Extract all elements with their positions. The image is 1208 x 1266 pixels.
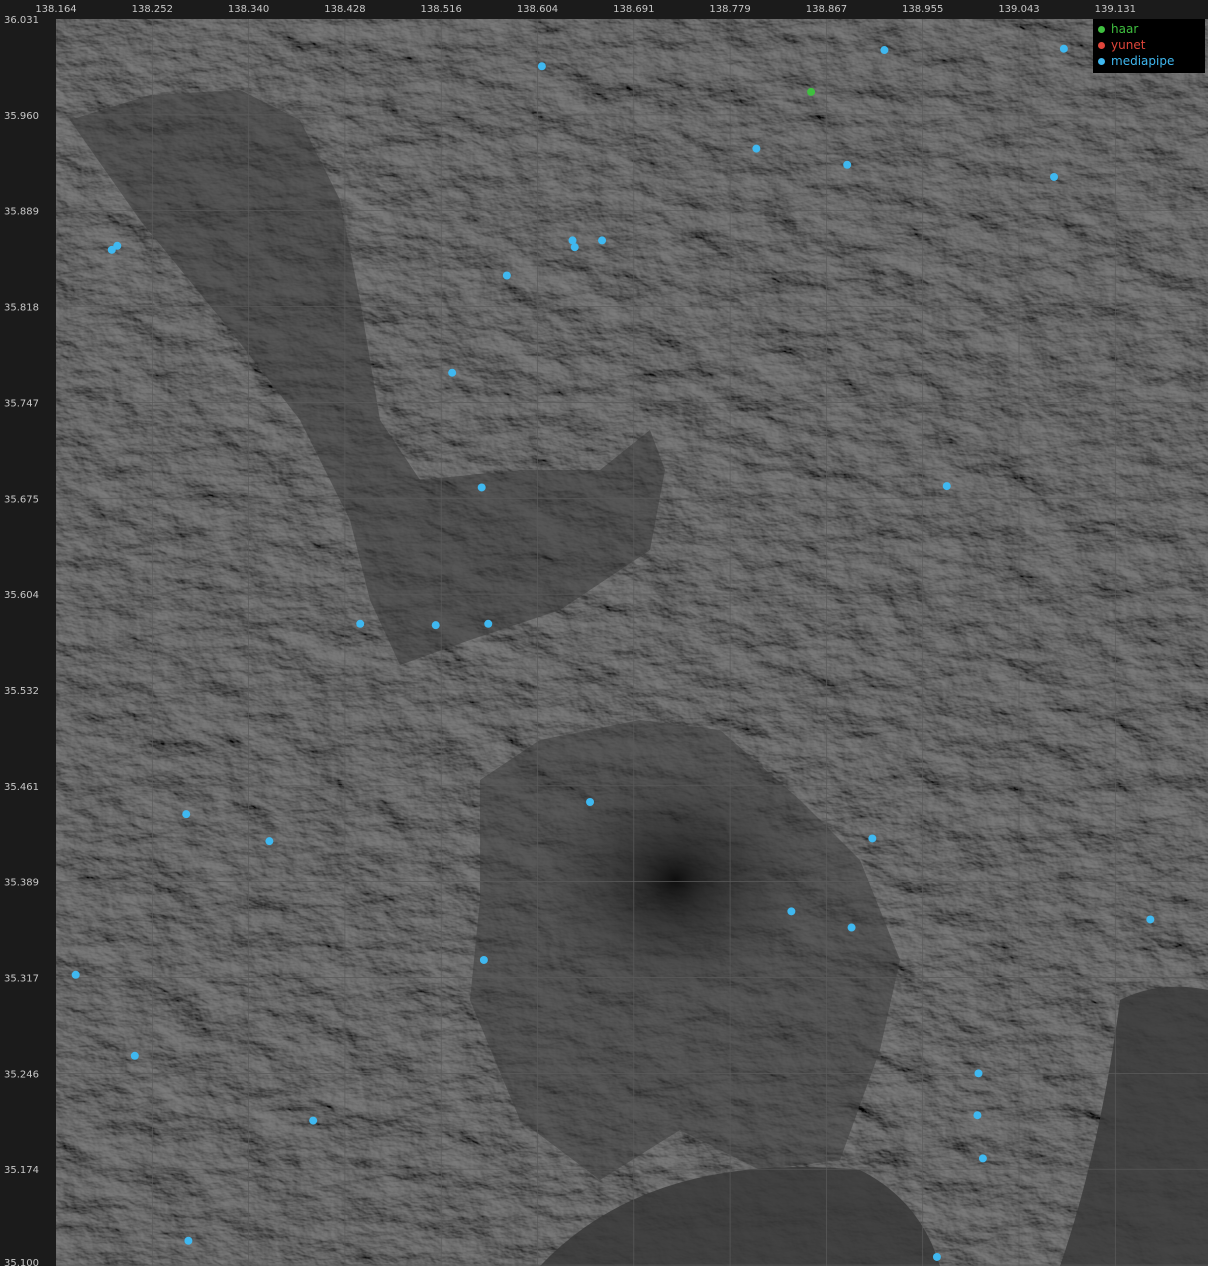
mediapipe-detection-marker[interactable] bbox=[448, 368, 457, 377]
x-tick-label: 139.043 bbox=[998, 4, 1039, 15]
mediapipe-detection-marker[interactable] bbox=[309, 1116, 318, 1125]
x-tick-label: 139.131 bbox=[1095, 4, 1136, 15]
x-tick-label: 138.955 bbox=[902, 4, 943, 15]
mediapipe-detection-marker[interactable] bbox=[868, 834, 877, 843]
mediapipe-detection-marker[interactable] bbox=[1050, 172, 1059, 181]
mediapipe-detection-marker[interactable] bbox=[182, 810, 191, 819]
mediapipe-detection-marker[interactable] bbox=[978, 1154, 987, 1163]
y-tick-label: 35.461 bbox=[4, 782, 39, 793]
y-tick-label: 35.747 bbox=[4, 398, 39, 409]
mediapipe-detection-marker[interactable] bbox=[880, 46, 889, 55]
mediapipe-detection-marker[interactable] bbox=[71, 970, 80, 979]
x-tick-label: 138.691 bbox=[613, 4, 654, 15]
mediapipe-detection-marker[interactable] bbox=[184, 1236, 193, 1245]
mediapipe-detection-marker[interactable] bbox=[752, 144, 761, 153]
latitude-axis: 36.031 35.960 35.889 35.818 35.747 35.675 35.6… bbox=[4, 15, 39, 1266]
mediapipe-detection-marker[interactable] bbox=[502, 271, 511, 280]
x-tick-label: 138.604 bbox=[517, 4, 558, 15]
mediapipe-detection-marker[interactable] bbox=[130, 1051, 139, 1060]
mediapipe-marker-icon bbox=[1098, 57, 1105, 65]
y-tick-label: 35.532 bbox=[4, 686, 39, 697]
mediapipe-detection-marker[interactable] bbox=[265, 837, 274, 846]
legend-label-mediapipe: mediapipe bbox=[1111, 54, 1175, 68]
x-tick-label: 138.164 bbox=[35, 4, 76, 15]
longitude-axis: 138.164 138.252 138.340 138.428 138.516 138.6… bbox=[35, 4, 1136, 15]
x-tick-label: 138.340 bbox=[228, 4, 269, 15]
terrain-hillshade bbox=[56, 19, 1208, 1266]
mediapipe-detection-marker[interactable] bbox=[586, 798, 595, 806]
legend-item-yunet: yunet bbox=[1093, 37, 1205, 53]
y-tick-label: 35.100 bbox=[4, 1258, 39, 1266]
mediapipe-detection-marker[interactable] bbox=[484, 619, 493, 628]
legend-label-yunet: yunet bbox=[1111, 38, 1146, 52]
mediapipe-detection-marker[interactable] bbox=[1146, 915, 1155, 924]
mediapipe-detection-marker[interactable] bbox=[570, 243, 579, 252]
y-tick-label: 35.317 bbox=[4, 974, 39, 985]
mediapipe-detection-marker[interactable] bbox=[787, 907, 796, 916]
x-tick-label: 138.867 bbox=[806, 4, 847, 15]
y-tick-label: 35.675 bbox=[4, 494, 39, 505]
mediapipe-detection-marker[interactable] bbox=[932, 1252, 941, 1261]
yunet-marker-icon bbox=[1098, 41, 1105, 49]
y-tick-label: 35.389 bbox=[4, 878, 39, 889]
mediapipe-detection-marker[interactable] bbox=[477, 483, 486, 492]
mediapipe-detection-marker[interactable] bbox=[431, 621, 440, 630]
mediapipe-detection-marker[interactable] bbox=[974, 1069, 983, 1078]
mediapipe-detection-marker[interactable] bbox=[843, 160, 852, 169]
mediapipe-detection-marker[interactable] bbox=[479, 955, 488, 964]
y-tick-label: 35.174 bbox=[4, 1165, 39, 1176]
mediapipe-detection-marker[interactable] bbox=[973, 1111, 982, 1120]
map-viewer[interactable]: 138.164 138.252 138.340 138.428 138.516 138.6… bbox=[0, 0, 1208, 1266]
terrain-map[interactable]: 138.164 138.252 138.340 138.428 138.516 138.6… bbox=[0, 0, 1208, 1266]
legend-item-mediapipe: mediapipe bbox=[1093, 53, 1205, 69]
mediapipe-detection-marker[interactable] bbox=[107, 245, 116, 254]
mediapipe-detection-marker[interactable] bbox=[942, 482, 951, 491]
y-tick-label: 35.604 bbox=[4, 590, 39, 601]
haar-detection-marker[interactable] bbox=[807, 87, 816, 96]
mediapipe-detection-marker[interactable] bbox=[598, 236, 607, 245]
mediapipe-detection-marker[interactable] bbox=[537, 62, 546, 71]
mediapipe-detection-marker[interactable] bbox=[1059, 44, 1068, 53]
x-tick-label: 138.779 bbox=[709, 4, 750, 15]
haar-marker-icon bbox=[1098, 25, 1105, 33]
mediapipe-detection-marker[interactable] bbox=[847, 923, 856, 932]
y-tick-label: 36.031 bbox=[4, 15, 39, 26]
y-tick-label: 35.818 bbox=[4, 303, 39, 314]
x-tick-label: 138.428 bbox=[324, 4, 365, 15]
x-tick-label: 138.252 bbox=[132, 4, 173, 15]
legend-item-haar: haar bbox=[1093, 21, 1205, 37]
mediapipe-detection-marker[interactable] bbox=[356, 619, 365, 628]
y-tick-label: 35.246 bbox=[4, 1069, 39, 1080]
y-tick-label: 35.960 bbox=[4, 111, 39, 122]
y-tick-label: 35.889 bbox=[4, 207, 39, 218]
legend: haar yunet mediapipe bbox=[1093, 19, 1205, 73]
x-tick-label: 138.516 bbox=[421, 4, 462, 15]
legend-label-haar: haar bbox=[1111, 22, 1139, 36]
